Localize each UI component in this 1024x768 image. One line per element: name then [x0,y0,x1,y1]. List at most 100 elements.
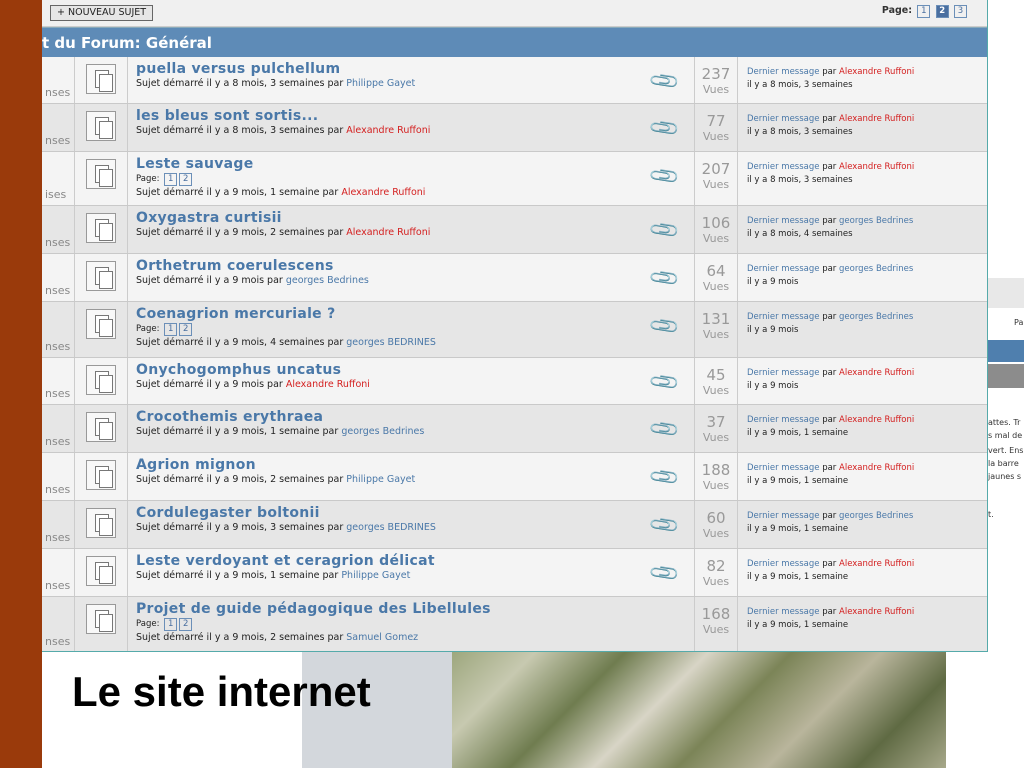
topic-started-text: Sujet démarré il y a 9 mois par [136,379,283,390]
topic-title-link[interactable]: Onychogomphus uncatus [136,362,687,378]
topic-author-link[interactable]: georges BEDRINES [346,337,436,348]
topic-page-link[interactable]: 1 [164,323,178,336]
replies-label: nses [45,435,71,448]
topic-page-link[interactable]: 2 [179,323,193,336]
topic-started-text: Sujet démarré il y a 8 mois, 3 semaines … [136,78,344,89]
last-post-par: par [822,67,837,77]
replies-cell: ises [42,152,75,205]
topic-title-link[interactable]: les bleus sont sortis... [136,108,687,124]
topic-row: nses puella versus pulchellum Sujet déma… [42,57,987,104]
topic-icon-cell [75,549,128,596]
topic-meta: Sujet démarré il y a 9 mois, 1 semaine p… [136,570,687,581]
topic-row: nses les bleus sont sortis... Sujet déma… [42,104,987,152]
last-post-author-link[interactable]: Alexandre Ruffoni [839,162,914,172]
topic-author-link[interactable]: Philippe Gayet [346,474,415,485]
topic-author-link[interactable]: georges Bedrines [286,275,369,286]
topic-title-link[interactable]: Coenagrion mercuriale ? [136,306,687,322]
topic-started-text: Sujet démarré il y a 9 mois, 2 semaines … [136,227,344,238]
views-label: Vues [702,479,730,492]
last-post-link[interactable]: Dernier message [747,559,820,569]
last-post-author-link[interactable]: Alexandre Ruffoni [839,114,914,124]
views-cell: 45 Vues [694,358,738,404]
topic-page-link[interactable]: 1 [164,173,178,186]
last-post-link[interactable]: Dernier message [747,162,820,172]
background-window: Pa attes. Tr s mal de vert. Ens la barre… [987,278,1024,618]
last-post-cell: Dernier message par Alexandre Ruffoni il… [747,607,977,630]
topic-title-link[interactable]: Leste verdoyant et ceragrion délicat [136,553,687,569]
views-count: 237 [701,65,731,83]
topic-author-link[interactable]: Alexandre Ruffoni [346,227,430,238]
last-post-link[interactable]: Dernier message [747,67,820,77]
topic-icon [86,213,116,243]
bg-window-text: jaunes s [988,472,1022,481]
last-post-author-link[interactable]: Alexandre Ruffoni [839,368,914,378]
topic-title-link[interactable]: Cordulegaster boltonii [136,505,687,521]
page-link-1[interactable]: 1 [917,5,931,18]
replies-label: nses [45,86,71,99]
topic-author-link[interactable]: georges BEDRINES [346,522,436,533]
page-link-2[interactable]: 2 [935,5,949,18]
top-pagination: Page: 1 2 3 [882,5,967,18]
forum-screenshot: + NOUVEAU SUJET Page: 1 2 3 t du Forum: … [42,0,988,652]
topic-author-link[interactable]: Alexandre Ruffoni [346,125,430,136]
last-post-link[interactable]: Dernier message [747,264,820,274]
views-cell: 82 Vues [694,549,738,596]
views-label: Vues [702,575,730,588]
last-post-author-link[interactable]: Alexandre Ruffoni [839,415,914,425]
topic-title-link[interactable]: Agrion mignon [136,457,687,473]
topic-author-link[interactable]: georges Bedrines [341,426,424,437]
views-label: Vues [702,623,730,636]
topic-author-link[interactable]: Philippe Gayet [341,570,410,581]
last-post-link[interactable]: Dernier message [747,415,820,425]
topic-icon-cell [75,152,128,205]
last-post-author-link[interactable]: Alexandre Ruffoni [839,559,914,569]
topic-title-link[interactable]: Leste sauvage [136,156,687,172]
topic-title-link[interactable]: Oxygastra curtisii [136,210,687,226]
topic-page-link[interactable]: 2 [179,618,193,631]
topic-icon [86,604,116,634]
last-post-link[interactable]: Dernier message [747,114,820,124]
views-label: Vues [702,328,730,341]
topic-author-link[interactable]: Philippe Gayet [346,78,415,89]
last-post-link[interactable]: Dernier message [747,368,820,378]
last-post-par: par [822,559,837,569]
last-post-author-link[interactable]: georges Bedrines [839,216,913,226]
topic-title-link[interactable]: Orthetrum coerulescens [136,258,687,274]
last-post-author-link[interactable]: georges Bedrines [839,312,913,322]
last-post-author-link[interactable]: Alexandre Ruffoni [839,67,914,77]
topic-page-link[interactable]: 2 [179,173,193,186]
last-post-link[interactable]: Dernier message [747,216,820,226]
topic-title-link[interactable]: Projet de guide pédagogique des Libellul… [136,601,687,617]
topic-started-text: Sujet démarré il y a 9 mois, 2 semaines … [136,474,344,485]
topic-author-link[interactable]: Alexandre Ruffoni [286,379,370,390]
topic-row: ises Leste sauvage Page: 12 Sujet démarr… [42,152,987,206]
topic-row: nses Crocothemis erythraea Sujet démarré… [42,405,987,453]
last-post-author-link[interactable]: georges Bedrines [839,511,913,521]
topic-meta: Sujet démarré il y a 9 mois par georges … [136,275,687,286]
last-post-author-link[interactable]: Alexandre Ruffoni [839,463,914,473]
bg-window-header [988,278,1024,308]
last-post-author-link[interactable]: Alexandre Ruffoni [839,607,914,617]
topic-author-link[interactable]: Samuel Gomez [346,632,418,643]
replies-cell: nses [42,453,75,500]
replies-cell: nses [42,302,75,357]
page-link-3[interactable]: 3 [954,5,967,18]
last-post-par: par [822,264,837,274]
topic-icon-cell [75,405,128,452]
last-post-link[interactable]: Dernier message [747,607,820,617]
topic-started-text: Sujet démarré il y a 9 mois, 1 semaine p… [136,426,339,437]
topic-title-link[interactable]: Crocothemis erythraea [136,409,687,425]
views-cell: 168 Vues [694,597,738,651]
topic-page-link[interactable]: 1 [164,618,178,631]
last-post-link[interactable]: Dernier message [747,463,820,473]
new-topic-button[interactable]: + NOUVEAU SUJET [50,5,154,21]
topic-icon [86,159,116,189]
last-post-link[interactable]: Dernier message [747,511,820,521]
last-post-author-link[interactable]: georges Bedrines [839,264,913,274]
views-label: Vues [702,431,730,444]
last-post-time: il y a 9 mois [747,325,799,335]
topic-meta: Sujet démarré il y a 9 mois par Alexandr… [136,379,687,390]
last-post-link[interactable]: Dernier message [747,312,820,322]
topic-title-link[interactable]: puella versus pulchellum [136,61,687,77]
topic-author-link[interactable]: Alexandre Ruffoni [341,187,425,198]
